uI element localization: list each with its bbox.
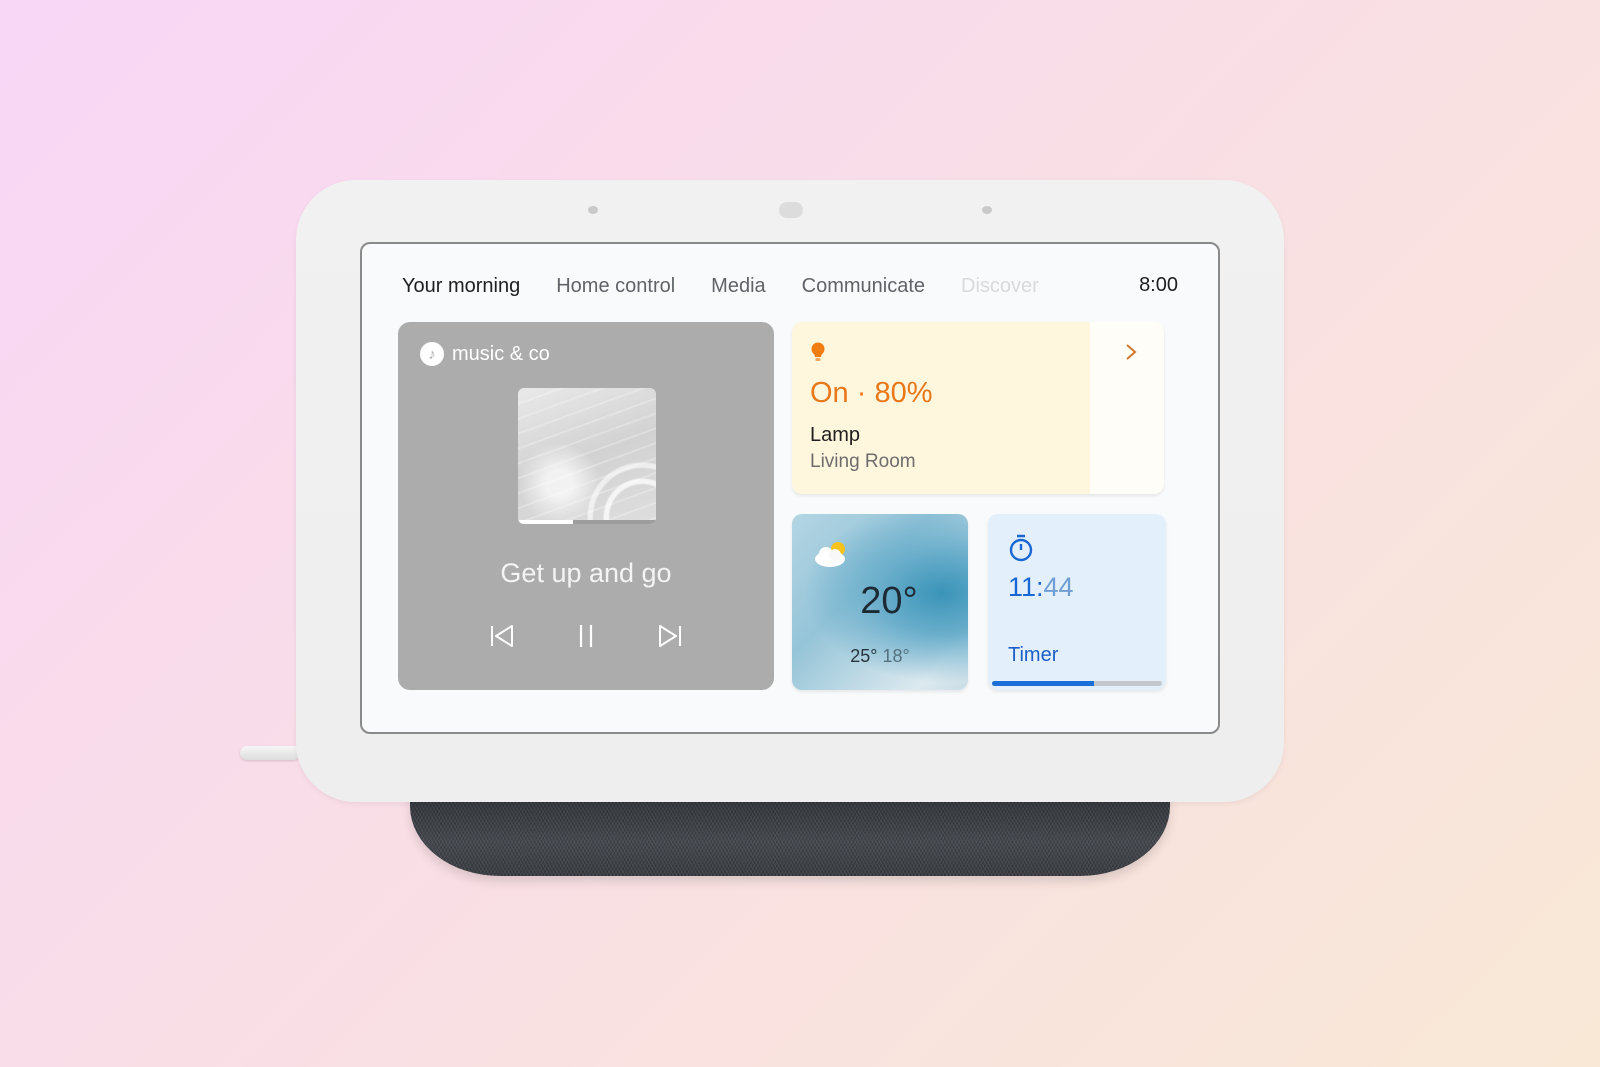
lightbulb-icon bbox=[811, 342, 825, 361]
current-temperature: 20° bbox=[860, 580, 918, 622]
album-art bbox=[518, 388, 656, 524]
lamp-content: On · 80% Lamp Living Room bbox=[810, 342, 933, 473]
music-note-icon: ♪ bbox=[420, 342, 444, 366]
lamp-card[interactable]: On · 80% Lamp Living Room bbox=[792, 322, 1164, 494]
stopwatch-icon bbox=[1009, 534, 1033, 562]
tab-your-morning[interactable]: Your morning bbox=[402, 275, 520, 298]
top-tabs: Your morning Home control Media Communic… bbox=[402, 268, 1178, 304]
pause-icon[interactable] bbox=[573, 622, 599, 650]
timer-progress-fill bbox=[992, 681, 1094, 686]
timer-progress-track bbox=[992, 681, 1162, 686]
playback-controls bbox=[398, 622, 774, 650]
timer-card[interactable]: 11:44 Timer bbox=[988, 514, 1166, 690]
lamp-status: On · 80% bbox=[810, 377, 933, 409]
tab-discover[interactable]: Discover bbox=[961, 275, 1039, 298]
weather-card[interactable]: 20° 25° 18° bbox=[792, 514, 968, 690]
chevron-right-icon[interactable] bbox=[1124, 342, 1138, 362]
media-card[interactable]: ♪ music & co Get up and go bbox=[398, 322, 774, 690]
temperature-range: 25° 18° bbox=[792, 646, 968, 667]
skip-previous-icon[interactable] bbox=[489, 622, 515, 650]
power-cable bbox=[240, 746, 300, 760]
track-title: Get up and go bbox=[500, 558, 672, 588]
playback-progress-track[interactable] bbox=[518, 520, 656, 524]
lamp-room: Living Room bbox=[810, 451, 916, 472]
timer-label: Timer bbox=[1008, 644, 1059, 666]
timer-seconds: 44 bbox=[1043, 572, 1074, 602]
timer-minutes: 11: bbox=[1008, 572, 1044, 602]
playback-progress-fill bbox=[518, 520, 574, 524]
partly-cloudy-icon bbox=[815, 542, 845, 567]
ambient-sensor bbox=[779, 202, 803, 218]
high-temperature: 25° bbox=[850, 646, 878, 666]
tab-home-control[interactable]: Home control bbox=[556, 275, 675, 298]
media-source-label: music & co bbox=[452, 342, 550, 365]
display-screen: Your morning Home control Media Communic… bbox=[360, 242, 1220, 734]
timer-value: 11:44 bbox=[1008, 572, 1074, 603]
skip-next-icon[interactable] bbox=[657, 622, 683, 650]
speaker-base bbox=[410, 790, 1170, 876]
clock: 8:00 bbox=[1139, 274, 1178, 296]
low-temperature: 18° bbox=[882, 646, 910, 666]
smart-display-device: Your morning Home control Media Communic… bbox=[296, 180, 1284, 802]
light-sensor-left bbox=[588, 206, 598, 214]
microphone-right bbox=[982, 206, 992, 214]
tab-communicate[interactable]: Communicate bbox=[802, 275, 925, 298]
lamp-name: Lamp bbox=[810, 424, 861, 446]
tab-media[interactable]: Media bbox=[711, 275, 765, 298]
media-source: ♪ music & co bbox=[420, 342, 550, 366]
